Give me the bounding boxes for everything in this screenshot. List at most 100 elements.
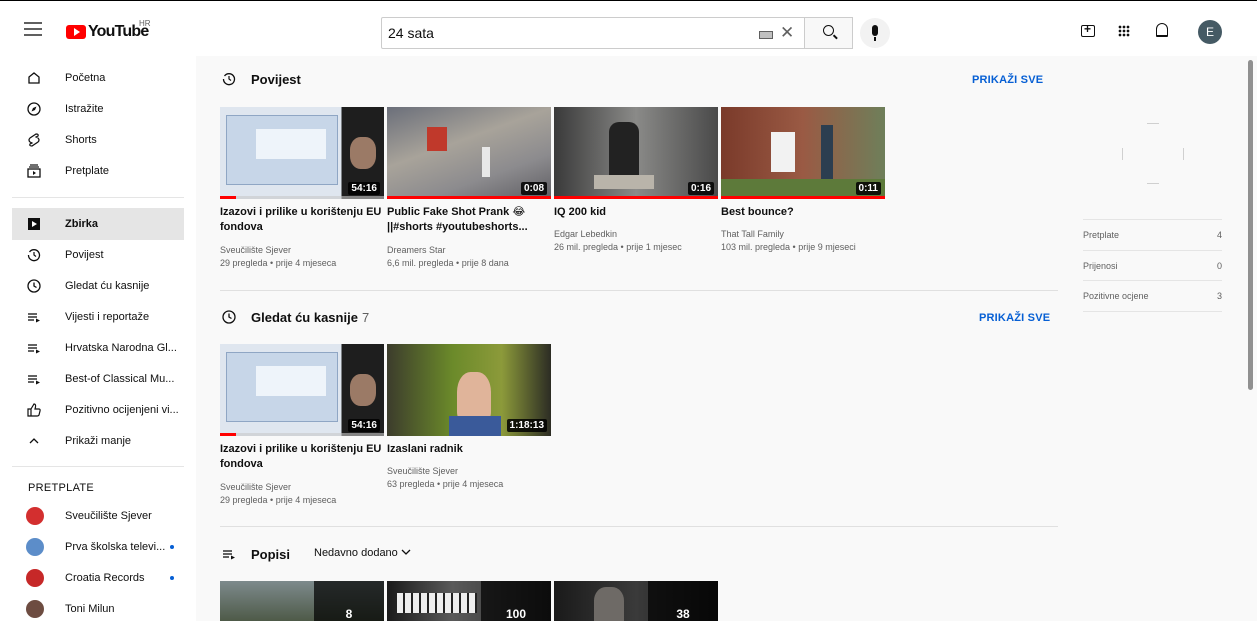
channel-name[interactable]: Sveučilište Sjever [220, 245, 291, 255]
video-thumbnail[interactable]: 1:18:13 [387, 344, 551, 436]
profile-placeholder [1147, 123, 1159, 124]
sort-label: Nedavno dodano [314, 547, 398, 559]
subscription-item[interactable]: Toni Milun [12, 593, 184, 621]
person-shape [482, 147, 490, 177]
playlist-thumbnail[interactable]: 100 [387, 581, 551, 621]
channel-avatar [26, 538, 44, 556]
section-divider [220, 526, 1058, 527]
channel-avatar [26, 600, 44, 618]
subscription-label: Sveučilište Sjever [65, 510, 152, 522]
slide-preview [256, 129, 326, 159]
slide-preview [256, 366, 326, 396]
search-icon [823, 25, 834, 36]
voice-search-icon[interactable] [860, 18, 890, 48]
subscription-item[interactable]: Sveučilište Sjever [12, 500, 184, 532]
watch-later-count: 7 [361, 310, 370, 325]
shirt-shape [449, 416, 501, 436]
page-scrollbar[interactable] [1244, 56, 1257, 621]
section-title-text: Gledat ću kasnije [251, 310, 358, 325]
sort-dropdown[interactable]: Nedavno dodano [314, 547, 411, 559]
show-less-button[interactable]: Prikaži manje [12, 425, 184, 457]
stat-divider [1083, 311, 1222, 312]
playlist-thumbnail[interactable]: 38 [554, 581, 718, 621]
show-all-watch-later-button[interactable]: PRIKAŽI SVE [979, 312, 1050, 324]
sidebar-item-playlist-classical[interactable]: Best-of Classical Mu... [12, 363, 184, 395]
video-duration: 54:16 [348, 419, 380, 432]
chevron-up-icon [26, 433, 42, 449]
video-duration: 0:16 [687, 182, 714, 195]
sidebar-item-label: Istražite [65, 103, 104, 115]
video-title[interactable]: Izazovi i prilike u korištenju EU fondov… [220, 442, 384, 472]
watch-progress [220, 433, 237, 436]
sidebar-item-playlist-news[interactable]: Vijesti i reportaže [12, 301, 184, 333]
video-thumbnail[interactable]: 54:16 [220, 344, 384, 436]
sidebar-item-watch-later[interactable]: Gledat ću kasnije [12, 270, 184, 302]
scrollbar-thumb[interactable] [1248, 60, 1253, 390]
subscription-label: Croatia Records [65, 572, 145, 584]
watch-progress [554, 196, 718, 199]
history-icon [222, 72, 236, 86]
sidebar-item-label: Prikaži manje [65, 435, 132, 447]
person-shape [457, 372, 491, 422]
sidebar-item-explore[interactable]: Istražite [12, 93, 184, 125]
video-title[interactable]: IQ 200 kid [554, 205, 718, 220]
subscription-label: Toni Milun [65, 603, 115, 615]
sidebar-item-shorts[interactable]: Shorts [12, 124, 184, 156]
keyboard-shape [397, 593, 477, 613]
video-title[interactable]: Public Fake Shot Prank 😂 ||#shorts #yout… [387, 205, 551, 235]
home-icon [26, 70, 42, 86]
playlist-icon [222, 547, 236, 561]
explore-icon [26, 101, 42, 117]
stat-label: Pozitivne ocjene [1083, 291, 1149, 301]
sidebar-item-library[interactable]: Zbirka [12, 208, 184, 240]
playlist-thumbnail[interactable]: 8 [220, 581, 384, 621]
apps-grid-icon[interactable] [1118, 25, 1130, 37]
channel-name[interactable]: Sveučilište Sjever [387, 466, 458, 476]
create-video-icon[interactable] [1081, 22, 1095, 37]
video-thumbnail[interactable]: 0:08 [387, 107, 551, 199]
stat-label: Prijenosi [1083, 261, 1118, 271]
sidebar-item-playlist-narodna[interactable]: Hrvatska Narodna Gl... [12, 332, 184, 364]
video-thumbnail[interactable]: 0:11 [721, 107, 885, 199]
sidebar-item-subscriptions[interactable]: Pretplate [12, 155, 184, 187]
library-icon [26, 216, 42, 232]
clear-icon[interactable]: ✕ [780, 23, 794, 43]
door-shape [771, 132, 795, 172]
youtube-logo[interactable]: YouTube [66, 23, 149, 41]
search-button[interactable] [805, 17, 853, 49]
sidebar-item-liked-videos[interactable]: Pozitivno ocijenjeni vi... [12, 394, 184, 426]
sidebar-item-home[interactable]: Početna [12, 62, 184, 94]
search-query[interactable]: 24 sata [388, 25, 434, 41]
playlist-icon [26, 309, 42, 325]
section-title-history[interactable]: Povijest [251, 72, 301, 87]
video-title[interactable]: Izazovi i prilike u korištenju EU fondov… [220, 205, 384, 235]
watch-progress-track [220, 196, 384, 199]
sidebar-item-history[interactable]: Povijest [12, 239, 184, 271]
new-content-dot [170, 576, 174, 580]
video-meta: 103 mil. pregleda • prije 9 mjeseci [721, 242, 856, 252]
section-title-watch-later[interactable]: Gledat ću kasnije 7 [251, 310, 369, 325]
video-thumbnail[interactable]: 0:16 [554, 107, 718, 199]
video-meta: 6,6 mil. pregleda • prije 8 dana [387, 258, 509, 268]
video-title[interactable]: Izaslani radnik [387, 442, 551, 457]
channel-name[interactable]: Dreamers Star [387, 245, 446, 255]
channel-avatar [26, 569, 44, 587]
menu-icon[interactable] [24, 19, 42, 37]
keyboard-icon[interactable] [759, 31, 773, 39]
channel-name[interactable]: Edgar Lebedkin [554, 229, 617, 239]
search-input[interactable]: 24 sata ✕ [381, 17, 805, 49]
youtube-play-icon [66, 25, 86, 39]
video-title[interactable]: Best bounce? [721, 205, 885, 220]
sidebar-item-label: Početna [65, 72, 106, 84]
playlist-icon [26, 340, 42, 356]
sidebar-item-label: Pretplate [65, 165, 110, 177]
video-thumbnail[interactable]: 54:16 [220, 107, 384, 199]
section-title-playlists[interactable]: Popisi [251, 547, 290, 562]
subscription-item[interactable]: Prva školska televi... [12, 531, 184, 563]
avatar[interactable]: E [1198, 20, 1222, 44]
channel-name[interactable]: Sveučilište Sjever [220, 482, 291, 492]
notifications-icon[interactable] [1156, 23, 1168, 37]
subscription-item[interactable]: Croatia Records [12, 562, 184, 594]
show-all-history-button[interactable]: PRIKAŽI SVE [972, 74, 1043, 86]
channel-name[interactable]: That Tall Family [721, 229, 784, 239]
